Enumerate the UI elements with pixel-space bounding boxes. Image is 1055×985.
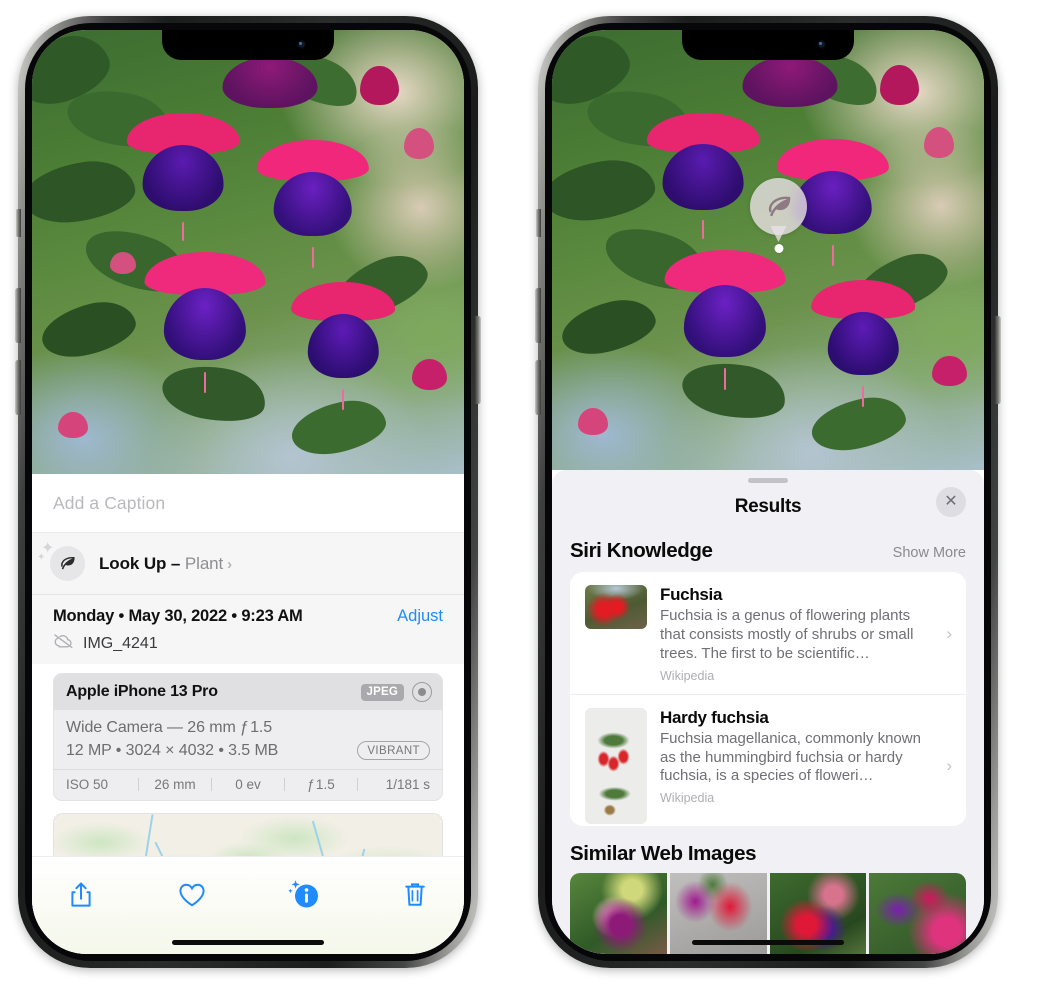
volume-down-button[interactable]: [15, 360, 21, 415]
leaf-icon: ✦ ✦: [37, 540, 85, 581]
photo-toolbar: [32, 856, 464, 954]
screenshot-canvas: Add a Caption ✦ ✦ Look Up – Plant › Mond…: [0, 0, 1055, 985]
list-item[interactable]: Fuchsia Fuchsia is a genus of flowering …: [570, 572, 966, 694]
chevron-right-icon: ›: [946, 623, 952, 643]
iphone-left-photo-detail: Add a Caption ✦ ✦ Look Up – Plant › Mond…: [15, 16, 481, 968]
favorite-button[interactable]: [169, 873, 215, 917]
adjust-button[interactable]: Adjust: [397, 607, 443, 626]
mute-switch[interactable]: [16, 209, 21, 237]
similar-web-images-title: Similar Web Images: [570, 841, 757, 865]
sparkle-small-icon: ✦: [37, 552, 46, 563]
front-camera-icon: [817, 40, 826, 49]
info-button[interactable]: [281, 873, 327, 917]
volume-down-button[interactable]: [535, 360, 541, 415]
camera-info-card: Apple iPhone 13 Pro JPEG Wide Camera — 2…: [53, 673, 443, 801]
knowledge-source: Wikipedia: [660, 668, 715, 683]
caption-input[interactable]: Add a Caption: [32, 474, 464, 532]
exif-focal: 26 mm: [154, 777, 196, 792]
caption-placeholder: Add a Caption: [53, 492, 166, 513]
image-spec: 12 MP • 3024 × 4032 • 3.5 MB: [66, 741, 279, 759]
display-notch: [162, 30, 334, 60]
list-item[interactable]: Hardy fuchsia Fuchsia magellanica, commo…: [570, 693, 966, 826]
close-icon[interactable]: ✕: [936, 487, 966, 517]
knowledge-thumbnail: [585, 585, 647, 629]
visual-lookup-leaf-pin[interactable]: [750, 178, 807, 253]
look-up-title: Look Up –: [99, 553, 185, 573]
siri-knowledge-title: Siri Knowledge: [570, 539, 713, 562]
raw-circle-icon: [412, 682, 432, 702]
siri-knowledge-card: Fuchsia Fuchsia is a genus of flowering …: [570, 572, 966, 826]
similar-web-images-header: Similar Web Images: [552, 826, 984, 873]
knowledge-description: Fuchsia magellanica, commonly known as t…: [660, 729, 921, 785]
knowledge-thumbnail: [585, 707, 647, 824]
web-image-1[interactable]: [570, 872, 667, 954]
knowledge-title: Hardy fuchsia: [660, 707, 769, 727]
format-badge: JPEG: [360, 683, 404, 701]
look-up-subject: Plant: [184, 553, 224, 573]
cloud-slash-icon: [53, 633, 74, 654]
camera-model: Apple iPhone 13 Pro: [66, 683, 218, 700]
lookup-section: ✦ ✦ Look Up – Plant ›: [32, 532, 464, 594]
web-image-4[interactable]: [869, 872, 966, 954]
volume-up-button[interactable]: [15, 288, 21, 343]
share-button[interactable]: [58, 873, 104, 917]
pin-anchor-dot: [774, 244, 783, 253]
siri-knowledge-header: Siri Knowledge Show More: [552, 531, 984, 572]
knowledge-source: Wikipedia: [660, 791, 715, 806]
phone-screen-right: Results ✕ Siri Knowledge Show More Fuchs…: [552, 30, 984, 954]
photo-info-sheet: Add a Caption ✦ ✦ Look Up – Plant › Mond…: [32, 474, 464, 954]
knowledge-title: Fuchsia: [660, 585, 723, 604]
exif-shutter: 1/181 s: [385, 777, 430, 792]
power-button[interactable]: [475, 316, 481, 404]
look-up-plant-row[interactable]: ✦ ✦ Look Up – Plant ›: [32, 533, 464, 594]
results-title: Results: [734, 496, 802, 517]
home-indicator[interactable]: [172, 939, 324, 945]
exif-row: ISO 50 26 mm 0 ev ƒ 1.5 1/181 s: [54, 769, 442, 800]
display-notch: [682, 30, 854, 60]
look-up-label: Look Up – Plant ›: [99, 554, 232, 574]
home-indicator[interactable]: [692, 939, 844, 945]
chevron-right-icon: ›: [946, 755, 952, 775]
photographic-style-badge: VIBRANT: [357, 741, 430, 760]
delete-button[interactable]: [392, 873, 438, 917]
volume-up-button[interactable]: [535, 288, 541, 343]
show-more-button[interactable]: Show More: [893, 545, 966, 561]
power-button[interactable]: [995, 316, 1001, 404]
photo-metadata-section: Monday • May 30, 2022 • 9:23 AM Adjust I…: [32, 594, 464, 664]
exif-aperture: ƒ 1.5: [307, 777, 335, 792]
visual-lookup-results-sheet: Results ✕ Siri Knowledge Show More Fuchs…: [552, 470, 984, 954]
chevron-right-icon: ›: [227, 555, 233, 573]
knowledge-description: Fuchsia is a genus of flowering plants t…: [660, 607, 914, 662]
photo-filename: IMG_4241: [83, 634, 158, 652]
photo-viewer[interactable]: [552, 30, 984, 470]
iphone-right-visual-lookup: Results ✕ Siri Knowledge Show More Fuchs…: [535, 16, 1001, 968]
exif-ev: 0 ev: [235, 777, 261, 792]
exif-iso: ISO 50: [66, 777, 109, 792]
phone-screen-left: Add a Caption ✦ ✦ Look Up – Plant › Mond…: [32, 30, 464, 954]
photo-date: Monday • May 30, 2022 • 9:23 AM: [53, 607, 303, 625]
mute-switch[interactable]: [536, 209, 541, 237]
results-header: Results ✕: [552, 483, 984, 531]
lens-info: Wide Camera — 26 mm ƒ 1.5: [66, 719, 273, 736]
front-camera-icon: [297, 40, 306, 49]
photo-viewer[interactable]: [32, 30, 464, 474]
